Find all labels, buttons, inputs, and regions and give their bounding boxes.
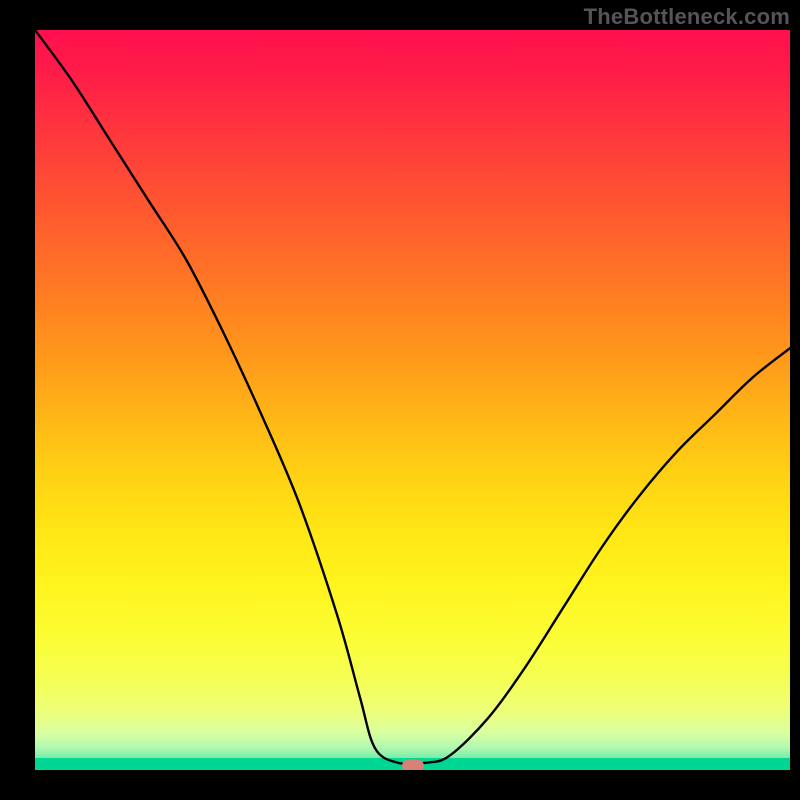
bottleneck-curve xyxy=(35,30,790,770)
optimum-marker xyxy=(402,760,424,770)
chart-stage: TheBottleneck.com xyxy=(0,0,800,800)
watermark-text: TheBottleneck.com xyxy=(584,4,790,30)
plot-area xyxy=(35,30,790,770)
